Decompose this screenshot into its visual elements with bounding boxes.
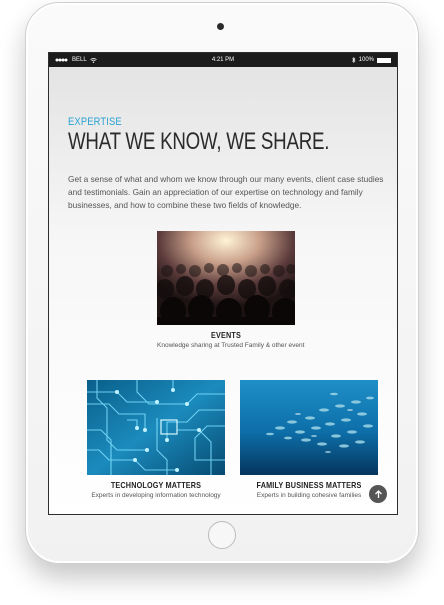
status-bar: BELL 4:21 PM 100%	[49, 53, 397, 67]
events-title[interactable]: EVENTS	[167, 330, 284, 340]
scroll-to-top-button[interactable]	[369, 485, 387, 503]
technology-card[interactable]: TECHNOLOGY MATTERS Experts in developing…	[87, 380, 225, 499]
status-time: 4:21 PM	[211, 57, 235, 63]
ipad-frame: BELL 4:21 PM 100% EXPERTISE WHAT WE KNOW…	[25, 2, 419, 564]
arrow-up-icon	[374, 489, 382, 498]
events-card[interactable]: EVENTS Knowledge sharing at Trusted Fami…	[157, 231, 305, 349]
family-business-title[interactable]: FAMILY BUSINESS MATTERS	[250, 480, 367, 490]
page-title: WHAT WE KNOW, WE SHARE.	[68, 128, 330, 155]
family-business-description: Experts in building cohesive families	[256, 492, 362, 499]
fish-school-image[interactable]	[240, 380, 378, 475]
device-screen: BELL 4:21 PM 100% EXPERTISE WHAT WE KNOW…	[48, 52, 398, 515]
page-content: EXPERTISE WHAT WE KNOW, WE SHARE. Get a …	[49, 67, 397, 514]
circuit-board-image[interactable]	[87, 380, 225, 475]
home-button[interactable]	[208, 521, 236, 549]
technology-description: Experts in developing information techno…	[91, 492, 221, 499]
section-eyebrow: EXPERTISE	[68, 116, 122, 128]
events-description: Knowledge sharing at Trusted Family & ot…	[157, 342, 305, 349]
events-crowd-image[interactable]	[157, 231, 295, 325]
battery-icon	[377, 57, 391, 63]
technology-title[interactable]: TECHNOLOGY MATTERS	[97, 480, 214, 490]
family-business-card[interactable]: FAMILY BUSINESS MATTERS Experts in build…	[240, 380, 378, 499]
intro-paragraph: Get a sense of what and whom we know thr…	[68, 174, 384, 210]
front-camera	[217, 23, 224, 30]
